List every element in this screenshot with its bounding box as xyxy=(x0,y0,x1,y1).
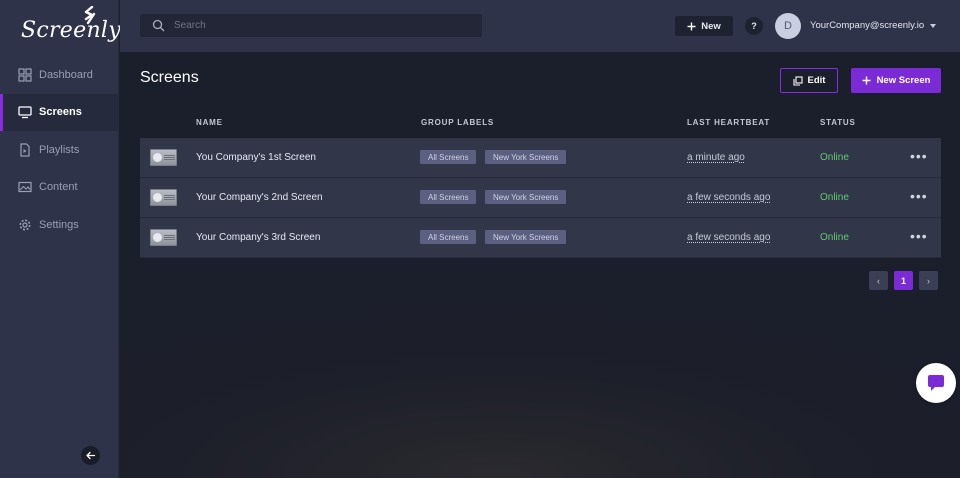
new-screen-button[interactable]: New Screen xyxy=(851,68,941,93)
grid-icon xyxy=(18,68,32,82)
last-heartbeat: a minute ago xyxy=(687,152,745,163)
screen-name[interactable]: Your Company's 3rd Screen xyxy=(196,232,320,243)
status-badge: Online xyxy=(820,232,849,243)
new-screen-button-label: New Screen xyxy=(876,75,931,86)
sidebar: Screenly Dashboard Screens Playlists Con… xyxy=(0,0,121,478)
pagination: ‹ 1 › xyxy=(869,271,938,290)
screen-thumbnail xyxy=(150,189,177,206)
file-icon xyxy=(18,143,32,157)
last-heartbeat: a few seconds ago xyxy=(687,192,771,203)
search-input[interactable] xyxy=(174,20,464,31)
sidebar-item-screens[interactable]: Screens xyxy=(0,93,119,131)
avatar-initial: D xyxy=(784,20,792,32)
page-title: Screens xyxy=(140,69,199,86)
prev-page-button[interactable]: ‹ xyxy=(869,271,888,290)
edit-button-label: Edit xyxy=(807,75,826,86)
screens-table: You Company's 1st Screen All Screens New… xyxy=(140,138,941,258)
arrow-left-icon xyxy=(86,451,96,460)
chat-bubble-icon xyxy=(928,375,944,391)
group-label-tag[interactable]: All Screens xyxy=(420,150,477,164)
edit-button[interactable]: Edit xyxy=(780,68,838,93)
account-email: YourCompany@screenly.io xyxy=(810,20,925,31)
top-bar: New ? D YourCompany@screenly.io xyxy=(120,0,960,52)
help-icon: ? xyxy=(751,21,757,31)
account-menu[interactable]: YourCompany@screenly.io xyxy=(810,20,937,31)
gear-icon xyxy=(18,218,32,232)
sidebar-item-label: Screens xyxy=(39,106,82,119)
group-label-tag[interactable]: All Screens xyxy=(420,190,477,204)
screenly-logo[interactable]: Screenly xyxy=(20,6,121,46)
copy-icon xyxy=(792,75,803,86)
new-button-label: New xyxy=(701,20,721,32)
logo-mark-icon xyxy=(84,6,96,25)
sidebar-item-label: Settings xyxy=(39,218,79,231)
column-header-name[interactable]: NAME xyxy=(196,118,223,127)
sidebar-item-settings[interactable]: Settings xyxy=(0,206,119,244)
column-header-status[interactable]: STATUS xyxy=(820,118,856,127)
sidebar-nav: Dashboard Screens Playlists Content Sett… xyxy=(0,56,119,244)
search-icon xyxy=(152,19,165,32)
chat-widget-button[interactable] xyxy=(916,363,956,403)
table-row[interactable]: Your Company's 3rd Screen All Screens Ne… xyxy=(140,218,941,258)
search-box[interactable] xyxy=(140,14,482,37)
sidebar-item-label: Content xyxy=(39,181,78,194)
more-options-icon[interactable]: ••• xyxy=(910,148,928,164)
screen-name[interactable]: You Company's 1st Screen xyxy=(196,152,316,163)
last-heartbeat: a few seconds ago xyxy=(687,232,771,243)
group-label-tag[interactable]: New York Screens xyxy=(485,230,567,244)
sidebar-item-content[interactable]: Content xyxy=(0,169,119,207)
image-icon xyxy=(18,180,32,194)
collapse-sidebar-button[interactable] xyxy=(81,446,100,465)
plus-icon xyxy=(862,76,871,85)
more-options-icon[interactable]: ••• xyxy=(910,188,928,204)
table-row[interactable]: Your Company's 2nd Screen All Screens Ne… xyxy=(140,178,941,218)
sidebar-item-label: Playlists xyxy=(39,143,80,156)
help-button[interactable]: ? xyxy=(745,17,763,35)
table-header: NAME GROUP LABELS LAST HEARTBEAT STATUS xyxy=(140,118,941,132)
plus-icon xyxy=(687,22,696,30)
status-badge: Online xyxy=(820,192,849,203)
screen-thumbnail xyxy=(150,229,177,246)
monitor-icon xyxy=(18,105,32,119)
table-row[interactable]: You Company's 1st Screen All Screens New… xyxy=(140,138,941,178)
status-badge: Online xyxy=(820,152,849,163)
group-label-tag[interactable]: New York Screens xyxy=(485,190,567,204)
page-button-current[interactable]: 1 xyxy=(894,271,913,290)
more-options-icon[interactable]: ••• xyxy=(910,228,928,244)
next-page-button[interactable]: › xyxy=(919,271,938,290)
column-header-group-labels[interactable]: GROUP LABELS xyxy=(421,118,494,127)
screen-thumbnail xyxy=(150,149,177,166)
sidebar-item-dashboard[interactable]: Dashboard xyxy=(0,56,119,94)
screen-name[interactable]: Your Company's 2nd Screen xyxy=(196,192,323,203)
avatar[interactable]: D xyxy=(775,13,801,39)
group-label-tag[interactable]: All Screens xyxy=(420,230,477,244)
group-label-tag[interactable]: New York Screens xyxy=(485,150,567,164)
sidebar-item-playlists[interactable]: Playlists xyxy=(0,131,119,169)
sidebar-item-label: Dashboard xyxy=(39,68,93,81)
new-button[interactable]: New xyxy=(675,16,733,36)
logo-text: Screenly xyxy=(21,18,121,43)
chevron-down-icon xyxy=(930,23,937,28)
main-content: Screens Edit New Screen NAME GROUP LABEL… xyxy=(120,52,960,478)
column-header-last-heartbeat[interactable]: LAST HEARTBEAT xyxy=(687,118,770,127)
